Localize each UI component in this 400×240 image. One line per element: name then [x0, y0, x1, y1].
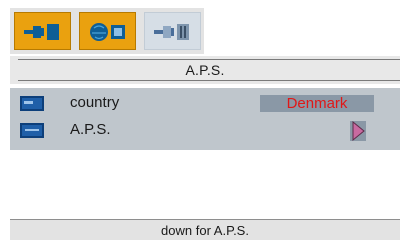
menu-item-label: country — [70, 94, 120, 111]
footer-hint: down for A.P.S. — [161, 223, 249, 238]
right-arrow-icon[interactable] — [350, 120, 366, 142]
top-tab-strip — [10, 8, 204, 54]
connector-icon — [154, 24, 189, 40]
tab-globe-book[interactable] — [79, 12, 136, 50]
country-value-select[interactable]: Denmark — [260, 95, 374, 112]
menu-title-bar: A.P.S. — [10, 56, 400, 84]
settings-menu: country Denmark A.P.S. — [10, 88, 400, 150]
tv-screen-icon — [20, 123, 44, 138]
picture-connector-icon — [24, 24, 59, 40]
menu-item-country[interactable]: country Denmark — [10, 92, 400, 116]
country-value: Denmark — [286, 95, 348, 112]
tab-connector[interactable] — [144, 12, 201, 50]
menu-item-label: A.P.S. — [70, 121, 111, 138]
flag-screen-icon — [20, 96, 44, 111]
footer-hint-bar: down for A.P.S. — [10, 219, 400, 240]
tab-picture-connector[interactable] — [14, 12, 71, 50]
page-title: A.P.S. — [185, 62, 225, 78]
menu-item-aps[interactable]: A.P.S. — [10, 119, 400, 143]
globe-book-icon — [90, 23, 125, 41]
